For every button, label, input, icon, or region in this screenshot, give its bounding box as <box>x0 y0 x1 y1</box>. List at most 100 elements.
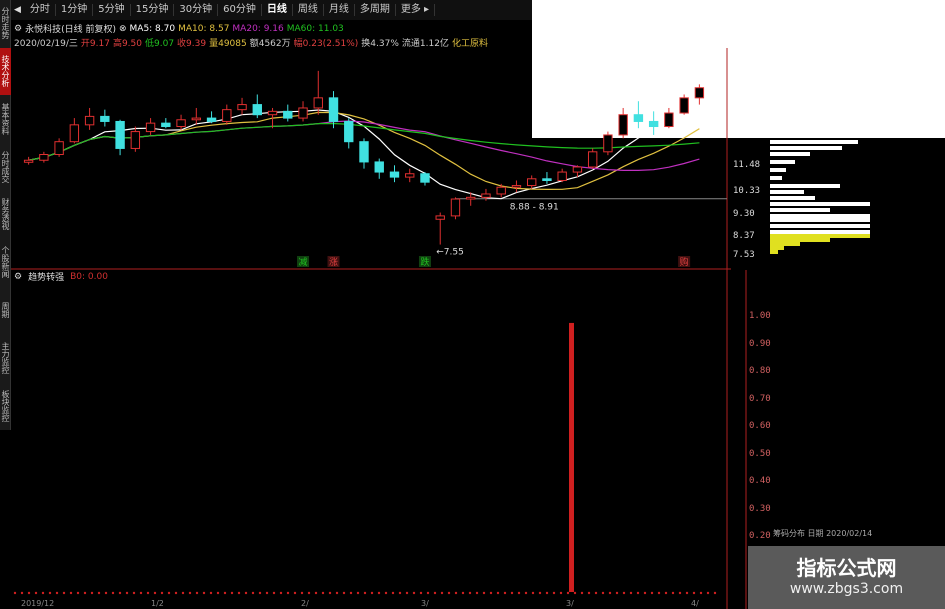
candle[interactable] <box>664 107 674 129</box>
indicator-axis-label: 0.20 <box>749 531 771 542</box>
time-axis-label: 2/ <box>301 599 309 608</box>
candle[interactable] <box>450 197 461 220</box>
period-tab[interactable]: 多周期 <box>355 4 396 16</box>
candle[interactable] <box>374 158 384 179</box>
baseline-dot <box>531 591 535 595</box>
baseline-dot <box>426 591 430 595</box>
baseline-dot <box>678 591 682 595</box>
ma10-value: MA10: 8.57 <box>178 23 230 34</box>
profile-bar <box>770 224 870 228</box>
candle[interactable] <box>298 101 308 122</box>
candle[interactable] <box>603 131 613 156</box>
baseline-dot <box>307 591 311 595</box>
collapse-icon[interactable]: ⊗ <box>119 24 127 34</box>
baseline-dot <box>608 591 612 595</box>
period-tab[interactable]: 1分钟 <box>56 4 94 16</box>
indicator-axis-label: 0.70 <box>749 393 771 404</box>
candle-body <box>389 171 400 178</box>
candle[interactable] <box>679 94 689 115</box>
price-axis-label: 10.33 <box>733 186 761 196</box>
baseline-dot <box>615 591 619 595</box>
period-tab[interactable]: 分时 <box>25 4 56 16</box>
candle[interactable] <box>389 165 400 183</box>
baseline-dot <box>671 591 675 595</box>
side-tab[interactable]: 个股新闻 <box>0 239 11 286</box>
period-tab[interactable]: 5分钟 <box>93 4 131 16</box>
baseline-dot <box>41 591 45 595</box>
settings-icon[interactable]: ⚙ <box>14 24 22 34</box>
period-tab[interactable]: 月线 <box>324 4 355 16</box>
candle[interactable] <box>313 70 323 115</box>
candle[interactable] <box>191 107 202 125</box>
candle-body <box>237 104 247 111</box>
candle[interactable] <box>54 138 64 157</box>
indicator-axis-label: 0.80 <box>749 366 771 377</box>
candle[interactable] <box>618 107 628 139</box>
side-tab[interactable]: 基本资料 <box>0 96 11 143</box>
candle[interactable] <box>115 119 125 156</box>
candle[interactable] <box>344 118 354 149</box>
side-tab[interactable]: 主力监控 <box>0 334 11 381</box>
candle-body <box>435 215 445 220</box>
baseline-dot <box>104 591 108 595</box>
candle[interactable] <box>694 84 705 105</box>
candle[interactable] <box>557 168 567 183</box>
side-tab[interactable]: 分时成交 <box>0 143 11 190</box>
candle[interactable] <box>435 212 445 245</box>
candle[interactable] <box>405 168 415 183</box>
candle[interactable] <box>359 138 369 169</box>
candle[interactable] <box>237 97 247 115</box>
baseline-dot <box>55 591 59 595</box>
candle[interactable] <box>526 175 537 189</box>
candle-body <box>526 178 537 187</box>
side-tab[interactable]: 技术分析 <box>0 47 11 95</box>
candle[interactable] <box>69 118 80 144</box>
candle[interactable] <box>542 172 552 184</box>
candle[interactable] <box>633 101 644 129</box>
candle[interactable] <box>176 114 186 130</box>
baseline-dot <box>468 591 472 595</box>
side-tab[interactable]: 板块监控 <box>0 382 11 429</box>
indicator-axis-label: 0.50 <box>749 448 771 459</box>
indicator-axis-label: 0.90 <box>749 338 771 349</box>
period-tab[interactable]: 30分钟 <box>174 4 219 16</box>
candle[interactable] <box>23 156 34 165</box>
side-tab[interactable]: 财务透视 <box>0 191 11 238</box>
candle-body <box>328 97 339 122</box>
candle[interactable] <box>84 107 95 130</box>
baseline-dot <box>377 591 381 595</box>
time-axis-label: 3/ <box>421 599 429 608</box>
candle[interactable] <box>420 172 430 186</box>
period-tab[interactable]: 60分钟 <box>218 4 262 16</box>
candle[interactable] <box>222 104 232 125</box>
baseline-dot <box>636 591 640 595</box>
period-tab[interactable]: 更多 ▸ <box>396 4 436 16</box>
candle[interactable] <box>145 118 156 135</box>
indicator-chart[interactable]: 2019/12 1/2 2/3/3/4/ <box>11 270 771 609</box>
candle[interactable] <box>130 126 141 152</box>
baseline-dot <box>496 591 500 595</box>
side-tab[interactable]: 周期 <box>0 287 11 334</box>
candle-body <box>603 134 613 153</box>
low-price-label: ←7.55 <box>436 248 464 258</box>
candle[interactable] <box>206 111 217 124</box>
candle[interactable] <box>100 109 110 127</box>
baseline-dot <box>230 591 234 595</box>
candle[interactable] <box>587 148 598 169</box>
baseline-dot <box>216 591 220 595</box>
price-chart[interactable]: ←7.55 8.88 - 8.91 减 涨 跌 购 <box>11 48 731 270</box>
period-tab[interactable]: 日线 <box>262 4 293 16</box>
side-tab[interactable]: 分时走势 <box>0 0 11 47</box>
candle-body <box>374 161 384 173</box>
candle[interactable] <box>39 151 49 163</box>
candle[interactable] <box>161 118 171 129</box>
candle[interactable] <box>252 94 262 119</box>
candle[interactable] <box>511 180 522 193</box>
price-axis-label: 8.37 <box>733 231 755 241</box>
baseline-dot <box>545 591 549 595</box>
toolbar-arrow-icon[interactable]: ◀ <box>11 5 25 15</box>
candle[interactable] <box>283 104 293 122</box>
period-tab[interactable]: 周线 <box>293 4 324 16</box>
period-tab[interactable]: 15分钟 <box>131 4 175 16</box>
baseline-dot <box>335 591 339 595</box>
